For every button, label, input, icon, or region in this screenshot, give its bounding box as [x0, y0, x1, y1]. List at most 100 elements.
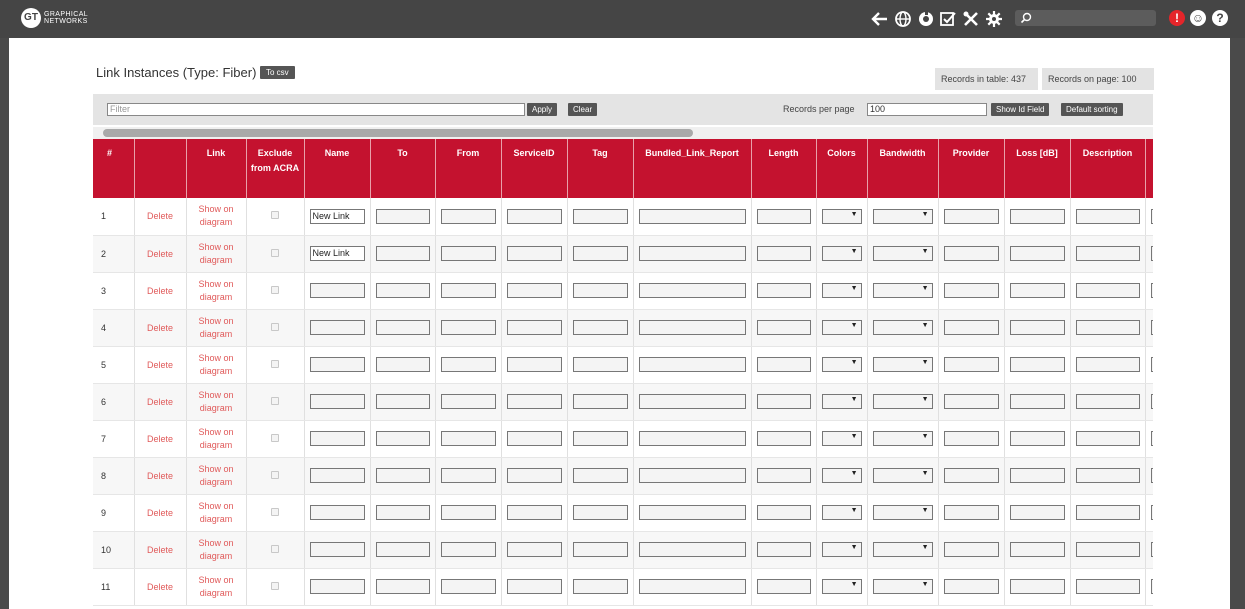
exclude-acra-checkbox[interactable]	[271, 507, 279, 516]
name-input[interactable]	[309, 431, 365, 446]
show-on-diagram-link[interactable]: Show on diagram	[186, 494, 247, 532]
to-input[interactable]	[375, 246, 430, 261]
from-input[interactable]	[440, 542, 496, 557]
service-id-input[interactable]	[506, 431, 562, 446]
show-on-diagram-link[interactable]: Show on diagram	[186, 346, 247, 384]
back-arrow-icon[interactable]	[871, 10, 889, 28]
bandwidth-select[interactable]: ▼	[872, 505, 933, 520]
bundled-link-report-input[interactable]	[638, 394, 746, 409]
c-input[interactable]	[1150, 579, 1153, 594]
bandwidth-select[interactable]: ▼	[872, 246, 933, 261]
c-input[interactable]	[1150, 357, 1153, 372]
provider-input[interactable]	[943, 505, 999, 520]
description-input[interactable]	[1075, 579, 1140, 594]
to-input[interactable]	[375, 431, 430, 446]
to-input[interactable]	[375, 283, 430, 298]
bundled-link-report-input[interactable]	[638, 579, 746, 594]
show-on-diagram-link[interactable]: Show on diagram	[186, 531, 247, 569]
records-per-page-input[interactable]: 100	[867, 103, 987, 116]
column-header[interactable]: To	[370, 139, 436, 198]
delete-link[interactable]: Delete	[134, 272, 187, 310]
provider-input[interactable]	[943, 246, 999, 261]
from-input[interactable]	[440, 579, 496, 594]
show-on-diagram-link[interactable]: Show on diagram	[186, 235, 247, 273]
to-input[interactable]	[375, 357, 430, 372]
delete-link[interactable]: Delete	[134, 494, 187, 532]
from-input[interactable]	[440, 357, 496, 372]
c-input[interactable]	[1150, 283, 1153, 298]
tag-input[interactable]	[572, 431, 628, 446]
column-header[interactable]: Link	[186, 139, 247, 198]
to-csv-button[interactable]: To csv	[260, 66, 295, 79]
user-icon[interactable]: ☺	[1190, 10, 1206, 26]
description-input[interactable]	[1075, 394, 1140, 409]
delete-link[interactable]: Delete	[134, 531, 187, 569]
loss-db-input[interactable]	[1009, 208, 1065, 224]
column-header[interactable]: Exclude from ACRA	[246, 139, 305, 198]
exclude-acra-checkbox[interactable]	[271, 470, 279, 479]
column-header[interactable]: Bundled_Link_Report	[633, 139, 752, 198]
provider-input[interactable]	[943, 431, 999, 446]
show-on-diagram-link[interactable]: Show on diagram	[186, 568, 247, 606]
bundled-link-report-input[interactable]	[638, 283, 746, 298]
length-input[interactable]	[756, 579, 811, 594]
colors-select[interactable]: ▼	[821, 542, 862, 557]
loss-db-input[interactable]	[1009, 246, 1065, 261]
loss-db-input[interactable]	[1009, 505, 1065, 520]
bandwidth-select[interactable]: ▼	[872, 468, 933, 483]
c-input[interactable]	[1150, 320, 1153, 335]
tag-input[interactable]	[572, 579, 628, 594]
delete-link[interactable]: Delete	[134, 198, 187, 236]
provider-input[interactable]	[943, 542, 999, 557]
show-on-diagram-link[interactable]: Show on diagram	[186, 420, 247, 458]
tools-icon[interactable]	[962, 10, 980, 28]
to-input[interactable]	[375, 394, 430, 409]
delete-link[interactable]: Delete	[134, 457, 187, 495]
c-input[interactable]	[1150, 431, 1153, 446]
column-header[interactable]: ServiceID	[501, 139, 568, 198]
description-input[interactable]	[1075, 246, 1140, 261]
loss-db-input[interactable]	[1009, 468, 1065, 483]
show-id-field-button[interactable]: Show Id Field	[991, 103, 1050, 116]
colors-select[interactable]: ▼	[821, 320, 862, 335]
loss-db-input[interactable]	[1009, 542, 1065, 557]
bundled-link-report-input[interactable]	[638, 246, 746, 261]
name-input[interactable]	[309, 283, 365, 298]
provider-input[interactable]	[943, 394, 999, 409]
scrollbar-thumb[interactable]	[103, 129, 693, 137]
show-on-diagram-link[interactable]: Show on diagram	[186, 309, 247, 347]
colors-select[interactable]: ▼	[821, 431, 862, 446]
from-input[interactable]	[440, 431, 496, 446]
service-id-input[interactable]	[506, 320, 562, 335]
length-input[interactable]	[756, 394, 811, 409]
bundled-link-report-input[interactable]	[638, 357, 746, 372]
from-input[interactable]	[440, 320, 496, 335]
to-input[interactable]	[375, 208, 430, 224]
column-header[interactable]: C	[1145, 139, 1153, 198]
show-on-diagram-link[interactable]: Show on diagram	[186, 457, 247, 495]
bandwidth-select[interactable]: ▼	[872, 283, 933, 298]
description-input[interactable]	[1075, 320, 1140, 335]
c-input[interactable]	[1150, 542, 1153, 557]
bandwidth-select[interactable]: ▼	[872, 431, 933, 446]
name-input[interactable]	[309, 579, 365, 594]
exclude-acra-checkbox[interactable]	[271, 581, 279, 590]
exclude-acra-checkbox[interactable]	[271, 322, 279, 331]
service-id-input[interactable]	[506, 246, 562, 261]
exclude-acra-checkbox[interactable]	[271, 285, 279, 294]
colors-select[interactable]: ▼	[821, 246, 862, 261]
colors-select[interactable]: ▼	[821, 208, 862, 224]
delete-link[interactable]: Delete	[134, 420, 187, 458]
provider-input[interactable]	[943, 208, 999, 224]
service-id-input[interactable]	[506, 542, 562, 557]
to-input[interactable]	[375, 320, 430, 335]
bandwidth-select[interactable]: ▼	[872, 394, 933, 409]
tag-input[interactable]	[572, 505, 628, 520]
delete-link[interactable]: Delete	[134, 235, 187, 273]
tag-input[interactable]	[572, 468, 628, 483]
length-input[interactable]	[756, 283, 811, 298]
bandwidth-select[interactable]: ▼	[872, 579, 933, 594]
checklist-icon[interactable]	[939, 10, 957, 28]
length-input[interactable]	[756, 246, 811, 261]
from-input[interactable]	[440, 468, 496, 483]
